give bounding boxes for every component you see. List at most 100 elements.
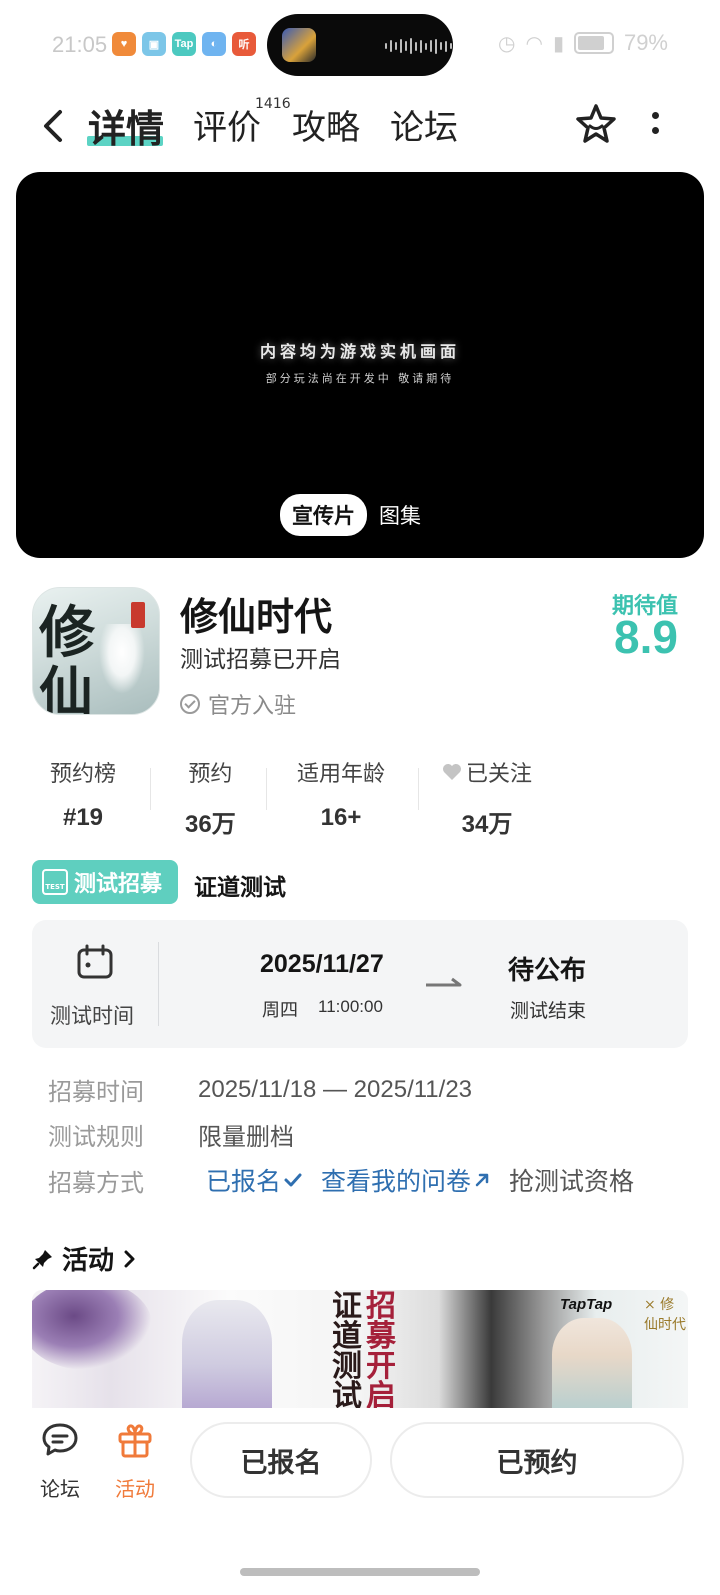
activity-section-header[interactable]: 活动: [32, 1240, 138, 1277]
home-indicator[interactable]: [240, 1568, 480, 1576]
media-switcher: 宣传片 图集: [280, 494, 433, 536]
status-app-icon: ♥: [112, 32, 136, 56]
view-survey-link[interactable]: 查看我的问卷: [321, 1162, 491, 1198]
signed-up-button[interactable]: 已报名: [190, 1422, 372, 1498]
recruit-method-row: 招募方式 已报名 查看我的问卷 抢测试资格: [48, 1162, 634, 1198]
status-app-icon: 听: [232, 32, 256, 56]
stat-divider: [266, 768, 267, 810]
bottom-action-bar: 论坛 活动 已报名 已预约: [0, 1408, 720, 1595]
banner-char: 招: [366, 1290, 396, 1324]
reserved-button[interactable]: 已预约: [390, 1422, 684, 1498]
official-badge: 官方入驻: [180, 688, 296, 720]
banner-char: 证: [332, 1290, 362, 1324]
official-label: 官方入驻: [208, 694, 297, 719]
verified-check-icon: [180, 694, 200, 714]
app-icon-glyph: 仙: [39, 660, 93, 715]
check-icon: [284, 1173, 302, 1187]
banner-char: 募: [366, 1319, 396, 1354]
test-rule-row: 测试规则 限量删档: [48, 1117, 294, 1152]
more-dot-icon: [651, 127, 659, 134]
stat-value: 16+: [320, 804, 362, 831]
activity-title: 活动: [62, 1246, 115, 1276]
taptap-logo: TapTap: [560, 1296, 613, 1313]
recruit-period-row: 招募时间 2025/11/18 — 2025/11/23: [48, 1072, 472, 1107]
banner-char: 开: [366, 1349, 396, 1384]
banner-character: [182, 1300, 272, 1408]
test-end-label: 测试结束: [510, 1000, 587, 1022]
back-button[interactable]: [36, 106, 70, 146]
heart-icon: [443, 764, 461, 780]
stat-label: 预约: [188, 762, 233, 787]
signed-up-link[interactable]: 已报名: [206, 1162, 303, 1198]
favorite-button[interactable]: [574, 102, 618, 146]
test-start-weekday: 周四: [262, 1000, 298, 1021]
info-key: 招募方式: [48, 1168, 144, 1197]
tab-guides[interactable]: 攻略: [292, 100, 360, 149]
review-count-badge: 1416: [255, 96, 291, 112]
forum-button[interactable]: 论坛: [30, 1420, 90, 1502]
stat-label: 已关注: [442, 756, 532, 788]
followers-label: 已关注: [466, 762, 533, 787]
grab-qualification-link[interactable]: 抢测试资格: [509, 1162, 634, 1198]
audio-wave-icon: [385, 38, 452, 54]
status-app-icon: ◐: [202, 32, 226, 56]
star-icon: [576, 104, 616, 143]
stat-age[interactable]: 适用年龄 16+: [297, 756, 385, 832]
test-end-value: 待公布: [508, 956, 587, 986]
wifi-icon: ◠: [525, 31, 543, 55]
test-start-date: 2025/11/27: [260, 950, 384, 978]
alarm-icon: ◷: [498, 31, 516, 55]
gallery-tab[interactable]: 图集: [377, 494, 433, 536]
stat-label: 适用年龄: [297, 762, 386, 787]
chevron-left-icon: [44, 110, 62, 142]
test-time-card: 测试时间 2025/11/27 周四 11:00:00 待公布 测试结束: [32, 920, 688, 1048]
banner-char: 启: [366, 1379, 396, 1409]
promo-video-player[interactable]: 内容均为游戏实机画面 部分玩法尚在开发中 敬请期待 宣传片 图集: [16, 172, 704, 558]
info-value: 限量删档: [198, 1123, 294, 1151]
test-name: 证道测试: [194, 875, 286, 901]
app-icon-figure: [99, 624, 145, 694]
activity-label: 活动: [115, 1477, 155, 1501]
chat-bubble-icon: [42, 1423, 78, 1456]
banner-char: 试: [332, 1379, 362, 1409]
banner-title: 证 招 道 募 测 开 试 启: [332, 1290, 412, 1409]
forum-label: 论坛: [40, 1477, 80, 1501]
signed-up-label: 已报名: [206, 1167, 282, 1196]
status-app-icon: ▣: [142, 32, 166, 56]
activity-banner[interactable]: 证 招 道 募 测 开 试 启 TapTap × 修仙时代: [32, 1290, 688, 1408]
status-time: 21:05: [52, 32, 108, 57]
status-indicators: ◷ ◠ ▮ 79%: [498, 30, 668, 56]
status-bar: 21:05 ♥ ▣ Tap ◐ 听 ◷ ◠ ▮ 79%: [0, 0, 720, 90]
info-key: 测试规则: [48, 1123, 144, 1151]
activity-button[interactable]: 活动: [105, 1420, 165, 1502]
tab-forum[interactable]: 论坛: [390, 100, 458, 149]
app-subtitle: 测试招募已开启: [180, 647, 341, 673]
view-survey-label: 查看我的问卷: [321, 1167, 472, 1196]
info-key: 招募时间: [48, 1078, 144, 1106]
status-app-icons: ♥ ▣ Tap ◐ 听: [112, 32, 256, 56]
stat-reservations: 预约 36万: [185, 756, 236, 839]
chevron-right-icon: [124, 1250, 135, 1267]
banner-character: [552, 1318, 632, 1408]
app-icon: 修 仙: [32, 587, 160, 715]
video-caption: 内容均为游戏实机画面: [259, 342, 460, 361]
stat-value: 34万: [461, 811, 513, 838]
game-logo: × 修仙时代: [644, 1297, 686, 1333]
signal-icon: ▮: [552, 31, 564, 55]
more-options-button[interactable]: [648, 106, 662, 140]
stat-rank[interactable]: 预约榜 #19: [50, 756, 116, 832]
trailer-tab[interactable]: 宣传片: [280, 494, 367, 536]
dynamic-island[interactable]: [267, 14, 453, 76]
banner-char: 道: [332, 1319, 362, 1354]
banner-ink: [32, 1290, 152, 1370]
stat-followers[interactable]: 已关注 34万: [442, 756, 532, 839]
tab-details[interactable]: 详情: [88, 98, 164, 153]
calendar-icon: [77, 944, 113, 979]
battery-icon: [573, 32, 614, 54]
info-value: 2025/11/18 — 2025/11/23: [198, 1075, 473, 1103]
stat-value: 36万: [185, 811, 236, 838]
pin-icon: [32, 1249, 52, 1269]
tab-reviews[interactable]: 评价: [193, 100, 261, 149]
video-subcaption: 部分玩法尚在开发中 敬请期待: [265, 372, 455, 385]
media-thumbnail: [282, 28, 316, 62]
